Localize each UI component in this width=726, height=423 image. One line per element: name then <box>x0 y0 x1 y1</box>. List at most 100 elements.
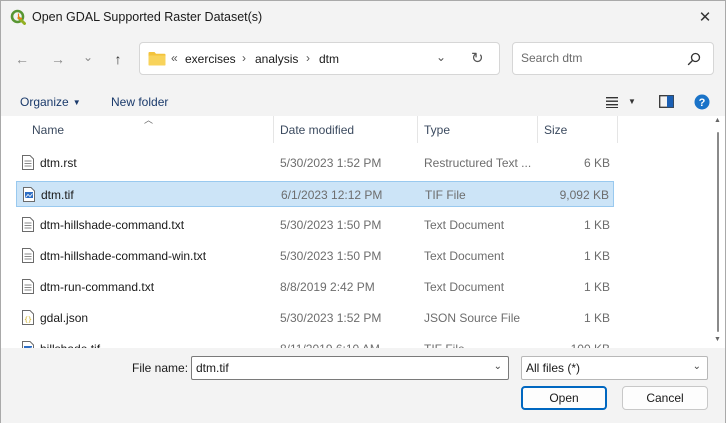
file-row[interactable]: dtm-hillshade-command.txt 5/30/2023 1:50 … <box>16 212 614 238</box>
search-box[interactable] <box>512 42 714 75</box>
title-bar: Open GDAL Supported Raster Dataset(s) ✕ <box>1 1 725 33</box>
sort-ascending-icon: ︿ <box>144 116 154 125</box>
file-date-modified: 5/30/2023 1:52 PM <box>280 311 382 325</box>
qgis-logo-icon <box>10 9 26 25</box>
file-row[interactable]: {} gdal.json 5/30/2023 1:52 PM JSON Source … <box>16 305 614 331</box>
cancel-button-label: Cancel <box>646 391 684 405</box>
column-divider[interactable] <box>273 116 274 143</box>
column-divider[interactable] <box>417 116 418 143</box>
file-type: Text Document <box>424 218 505 232</box>
view-options-icon[interactable] <box>605 96 619 108</box>
file-name-value[interactable]: dtm.tif <box>196 361 229 375</box>
file-size: 1 KB <box>583 280 610 294</box>
chevron-down-icon: ⌄ <box>82 50 94 64</box>
file-name-field[interactable]: dtm.tif ⌄ <box>191 356 509 380</box>
file-size: 1 KB <box>583 218 610 232</box>
new-folder-label: New folder <box>111 95 169 109</box>
scroll-thumb[interactable] <box>717 132 719 332</box>
chevron-down-icon: ⌄ <box>692 361 701 372</box>
open-button-label: Open <box>549 391 579 405</box>
column-header-date[interactable]: Date modified <box>280 123 354 137</box>
column-divider[interactable] <box>537 116 538 143</box>
scroll-up-icon[interactable]: ▲ <box>714 117 721 124</box>
file-type: JSON Source File <box>424 311 521 325</box>
arrow-left-icon: ← <box>15 51 29 67</box>
file-type-filter-select[interactable]: All files (*) ⌄ <box>521 356 708 380</box>
file-row[interactable]: dtm-hillshade-command-win.txt 5/30/2023 1… <box>16 243 614 269</box>
file-type-filter-value: All files (*) <box>526 361 581 375</box>
caret-down-icon: ▼ <box>72 98 81 107</box>
back-button[interactable]: ← <box>11 49 33 69</box>
column-divider[interactable] <box>617 116 618 143</box>
file-name: dtm-hillshade-command.txt <box>40 218 185 232</box>
file-name: dtm-hillshade-command-win.txt <box>40 249 207 263</box>
chevron-down-icon[interactable]: ⌄ <box>494 361 502 372</box>
image-file-icon <box>23 187 35 202</box>
organize-menu-button[interactable]: Organize ▼ <box>20 95 81 109</box>
preview-pane-icon[interactable] <box>659 95 674 108</box>
file-date-modified: 5/30/2023 1:50 PM <box>280 218 382 232</box>
file-date-modified: 6/1/2023 12:12 PM <box>281 188 383 202</box>
scroll-down-icon[interactable]: ▼ <box>714 336 721 343</box>
recent-locations-button[interactable]: ⌄ <box>77 47 99 67</box>
file-type: Text Document <box>424 249 505 263</box>
new-folder-button[interactable]: New folder <box>111 95 168 109</box>
file-size: 9,092 KB <box>559 188 609 202</box>
overflow-chevron-icon[interactable]: « <box>171 51 178 65</box>
search-input[interactable] <box>521 51 681 65</box>
file-date-modified: 8/8/2019 2:42 PM <box>280 280 375 294</box>
column-header-type[interactable]: Type <box>424 123 450 137</box>
file-list[interactable]: ︿ Name Date modified Type Size dtm.rst 5/… <box>1 116 725 348</box>
json-file-icon: {} <box>22 310 34 325</box>
svg-text:?: ? <box>699 97 706 109</box>
arrow-right-icon: → <box>51 51 65 67</box>
refresh-icon[interactable]: ↻ <box>471 49 484 67</box>
file-size: 1 KB <box>583 249 610 263</box>
file-name: dtm.rst <box>40 156 77 170</box>
file-name: dtm.tif <box>41 188 74 202</box>
file-type: Text Document <box>424 280 505 294</box>
image-file-icon <box>22 341 34 348</box>
bottom-panel: File name: dtm.tif ⌄ All files (*) ⌄ Ope… <box>1 348 725 423</box>
file-row[interactable]: dtm.rst 5/30/2023 1:52 PM Restructured Tex… <box>16 150 614 176</box>
file-size: 6 KB <box>583 156 610 170</box>
open-file-dialog: Open GDAL Supported Raster Dataset(s) ✕ … <box>0 0 726 423</box>
file-type: TIF File <box>425 188 466 202</box>
column-header-name[interactable]: Name <box>32 123 64 137</box>
arrow-up-icon: ↑ <box>114 51 122 67</box>
window-title: Open GDAL Supported Raster Dataset(s) <box>32 10 263 24</box>
column-header-size[interactable]: Size <box>544 123 567 137</box>
address-bar[interactable]: « exercises › analysis › dtm ⌄ ↻ <box>139 42 500 75</box>
open-button[interactable]: Open <box>521 386 607 410</box>
cancel-button[interactable]: Cancel <box>622 386 708 410</box>
vertical-scrollbar[interactable]: ▲ ▼ <box>714 116 721 348</box>
file-type: Restructured Text ... <box>424 156 532 170</box>
file-date-modified: 5/30/2023 1:52 PM <box>280 156 382 170</box>
address-dropdown-icon[interactable]: ⌄ <box>436 50 446 64</box>
folder-icon <box>148 52 166 66</box>
breadcrumb-dtm[interactable]: dtm <box>319 52 339 66</box>
text-file-icon <box>22 155 34 170</box>
text-file-icon <box>22 248 34 263</box>
breadcrumb-separator-icon[interactable]: › <box>242 51 246 65</box>
view-options-caret-icon[interactable]: ▼ <box>628 97 636 106</box>
up-button[interactable]: ↑ <box>107 49 129 69</box>
close-button[interactable]: ✕ <box>685 1 725 33</box>
file-row[interactable]: dtm.tif 6/1/2023 12:12 PM TIF File 9,092 KB <box>16 181 614 207</box>
text-file-icon <box>22 217 34 232</box>
forward-button[interactable]: → <box>47 49 69 69</box>
file-name: gdal.json <box>40 311 89 325</box>
breadcrumb-separator-icon[interactable]: › <box>306 51 310 65</box>
breadcrumb-exercises[interactable]: exercises <box>185 52 236 66</box>
file-row[interactable]: hillshade.tif8/11/2019 6:10 AMTIF File10… <box>16 336 614 348</box>
file-name: dtm-run-command.txt <box>40 280 155 294</box>
svg-text:{}: {} <box>24 316 32 324</box>
text-file-icon <box>22 279 34 294</box>
organize-label: Organize <box>20 95 69 109</box>
file-row[interactable]: dtm-run-command.txt 8/8/2019 2:42 PM Text … <box>16 274 614 300</box>
breadcrumb-analysis[interactable]: analysis <box>255 52 298 66</box>
file-date-modified: 5/30/2023 1:50 PM <box>280 249 382 263</box>
file-name-label: File name: <box>132 361 189 375</box>
help-icon[interactable]: ? <box>694 94 710 110</box>
search-icon <box>687 52 701 66</box>
